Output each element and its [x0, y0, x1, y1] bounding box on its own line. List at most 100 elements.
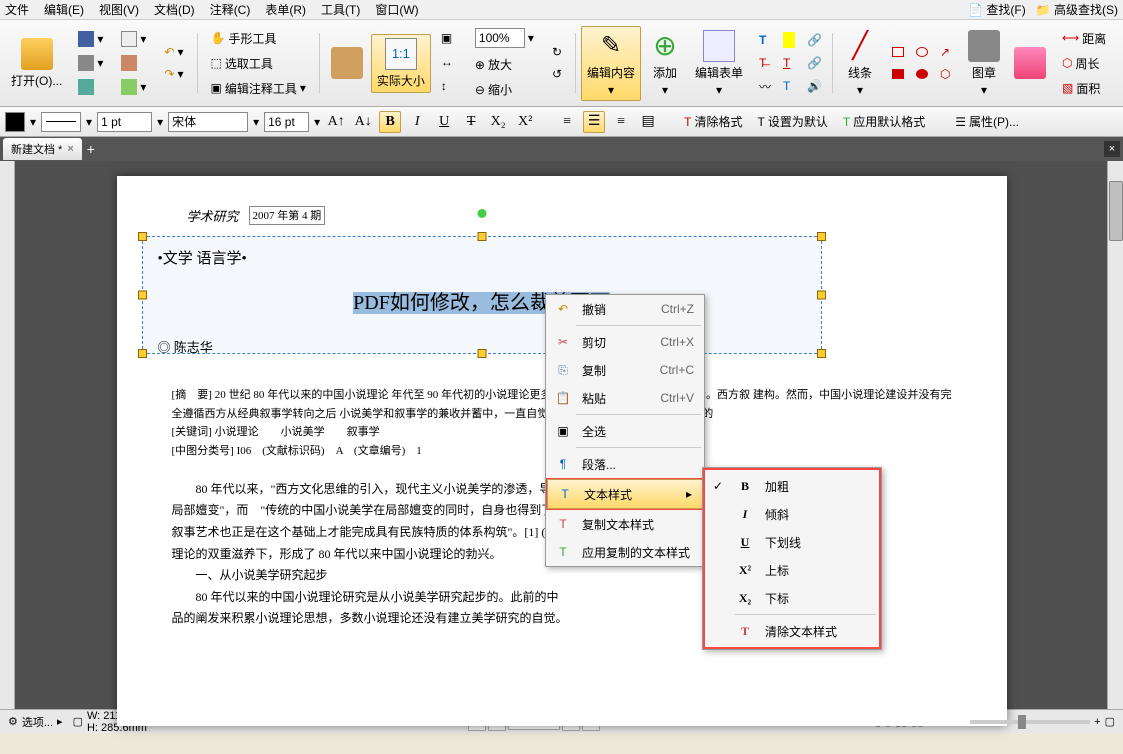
cm-selectall[interactable]: ▣全选 — [546, 417, 704, 445]
document-tab[interactable]: 新建文档 * × — [3, 138, 82, 160]
align-left[interactable]: ≡ — [556, 111, 578, 133]
zoom-slider[interactable] — [970, 720, 1090, 724]
texticon-tool[interactable]: T — [778, 75, 800, 98]
resize-handle-ne[interactable] — [817, 232, 826, 241]
stamp-button[interactable]: 图章▾ — [962, 26, 1006, 101]
undo-button[interactable]: ↶▾ — [159, 42, 188, 62]
new-tab-button[interactable]: + — [87, 141, 95, 157]
close-all-tabs[interactable]: × — [1104, 141, 1120, 157]
resize-handle-n[interactable] — [477, 232, 486, 241]
open-button[interactable]: 打开(O)... — [5, 34, 68, 93]
text-selection-box[interactable]: •文学 语言学• PDF如何修改，怎么裁剪页面 ◎ 陈志华 — [142, 236, 822, 354]
polyline-tool[interactable]: ⬡ — [935, 64, 957, 84]
cm-textstyle[interactable]: T 文本样式 ▸ ✓B加粗 I倾斜 U下划线 X²上标 X₂下标 T清除文本样式 — [548, 480, 702, 508]
sm-italic[interactable]: I倾斜 — [705, 500, 879, 528]
print-button[interactable]: ▾ — [73, 52, 108, 74]
strike-button[interactable]: T — [460, 111, 482, 133]
sm-clearstyle[interactable]: T清除文本样式 — [705, 617, 879, 645]
zoom-thumb[interactable] — [1018, 715, 1026, 729]
highlight-tool[interactable] — [778, 29, 800, 51]
resize-handle-sw[interactable] — [138, 349, 147, 358]
scrollbar-thumb[interactable] — [1109, 181, 1123, 241]
clipboard-big[interactable] — [325, 43, 369, 83]
resize-handle-w[interactable] — [138, 291, 147, 300]
from-image-button[interactable]: ▾ — [116, 76, 151, 98]
menu-file[interactable]: 文件 — [5, 1, 29, 18]
clear-format[interactable]: T清除格式 — [679, 110, 747, 133]
eraser-button[interactable] — [1008, 43, 1052, 83]
area-tool[interactable]: ▧面积 — [1057, 77, 1111, 100]
fit-page[interactable]: ▣ — [436, 28, 462, 50]
actual-size-button[interactable]: 1:1 实际大小 — [371, 34, 431, 93]
font-family[interactable] — [168, 112, 248, 132]
sound-tool[interactable]: 🔊 — [802, 75, 824, 98]
filloval-tool[interactable] — [911, 64, 933, 84]
align-right[interactable]: ≡ — [610, 111, 632, 133]
tab-close[interactable]: × — [67, 143, 73, 155]
select-tool[interactable]: ⬚选取工具 — [206, 52, 311, 75]
hand-tool[interactable]: ✋手形工具 — [206, 27, 311, 50]
align-justify[interactable]: ▤ — [637, 111, 659, 133]
menu-comment[interactable]: 注释(C) — [210, 1, 251, 18]
resize-handle-e[interactable] — [817, 291, 826, 300]
menu-edit[interactable]: 编辑(E) — [44, 1, 84, 18]
zoom-out-button[interactable]: ⊖缩小 — [470, 78, 539, 101]
zoom-in-status[interactable]: + — [1094, 716, 1100, 728]
menu-find[interactable]: 📄 查找(F) — [968, 1, 1026, 18]
underline-tool[interactable]: T — [778, 53, 800, 73]
arrow-tool[interactable]: ↗ — [935, 42, 957, 62]
from-clipboard-button[interactable] — [116, 52, 151, 74]
rotation-handle[interactable] — [477, 209, 486, 218]
properties-button[interactable]: ☰属性(P)... — [950, 110, 1024, 133]
oval-tool[interactable] — [911, 42, 933, 62]
cm-paragraph[interactable]: ¶段落... — [546, 450, 704, 478]
align-center[interactable]: ☰ — [583, 111, 605, 133]
resize-handle-nw[interactable] — [138, 232, 147, 241]
color-picker[interactable] — [5, 112, 25, 132]
zoom-fit-status[interactable]: ▢ — [1105, 715, 1115, 728]
cm-copystyle[interactable]: T复制文本样式 — [546, 510, 704, 538]
menu-doc[interactable]: 文档(D) — [154, 1, 195, 18]
fillrect-tool[interactable] — [887, 64, 909, 84]
scan-button[interactable] — [73, 76, 108, 98]
edit-form-button[interactable]: 编辑表单▾ — [689, 26, 749, 101]
menu-form[interactable]: 表单(R) — [265, 1, 306, 18]
set-default[interactable]: T设置为默认 — [753, 110, 833, 133]
sm-sub[interactable]: X₂下标 — [705, 584, 879, 612]
link2-tool[interactable]: 🔗 — [802, 53, 824, 73]
italic-button[interactable]: I — [406, 111, 428, 133]
bold-button[interactable]: B — [379, 111, 401, 133]
superscript-button[interactable]: X² — [514, 111, 536, 133]
line-style[interactable] — [41, 112, 81, 132]
resize-handle-s[interactable] — [477, 349, 486, 358]
fit-width[interactable]: ↔ — [436, 52, 462, 74]
rect-tool[interactable] — [887, 42, 909, 62]
distance-tool[interactable]: ⟷距离 — [1057, 27, 1111, 50]
rotate-cw[interactable]: ↻ — [547, 42, 567, 62]
strikeout-tool[interactable]: T̶ — [754, 53, 776, 73]
underline-button[interactable]: U — [433, 111, 455, 133]
text-tool[interactable]: T — [754, 29, 776, 51]
cm-undo[interactable]: ↶撤销Ctrl+Z — [546, 295, 704, 323]
rotate-ccw[interactable]: ↺ — [547, 64, 567, 84]
lines-button[interactable]: ╱ 线条▾ — [838, 26, 882, 101]
sm-bold[interactable]: ✓B加粗 — [705, 472, 879, 500]
grow-font[interactable]: A↑ — [325, 111, 347, 133]
fit-height[interactable]: ↕ — [436, 76, 462, 98]
redo-button[interactable]: ↷▾ — [159, 64, 188, 84]
sm-underline[interactable]: U下划线 — [705, 528, 879, 556]
zoom-value[interactable] — [475, 28, 525, 48]
menu-view[interactable]: 视图(V) — [99, 1, 139, 18]
cm-paste[interactable]: 📋粘贴Ctrl+V — [546, 384, 704, 412]
cm-cut[interactable]: ✂剪切Ctrl+X — [546, 328, 704, 356]
link-tool[interactable]: 🔗 — [802, 29, 824, 51]
add-button[interactable]: ⊕ 添加▾ — [643, 26, 687, 101]
perimeter-tool[interactable]: ⬡周长 — [1057, 52, 1111, 75]
font-size[interactable] — [264, 112, 309, 132]
menu-tool[interactable]: 工具(T) — [321, 1, 360, 18]
new-button[interactable]: ▾ — [116, 28, 151, 50]
edit-content-button[interactable]: ✎ 编辑内容▾ — [581, 26, 641, 101]
subscript-button[interactable]: X₂ — [487, 111, 509, 133]
save-button[interactable]: ▾ — [73, 28, 108, 50]
cm-copy[interactable]: ⎘复制Ctrl+C — [546, 356, 704, 384]
